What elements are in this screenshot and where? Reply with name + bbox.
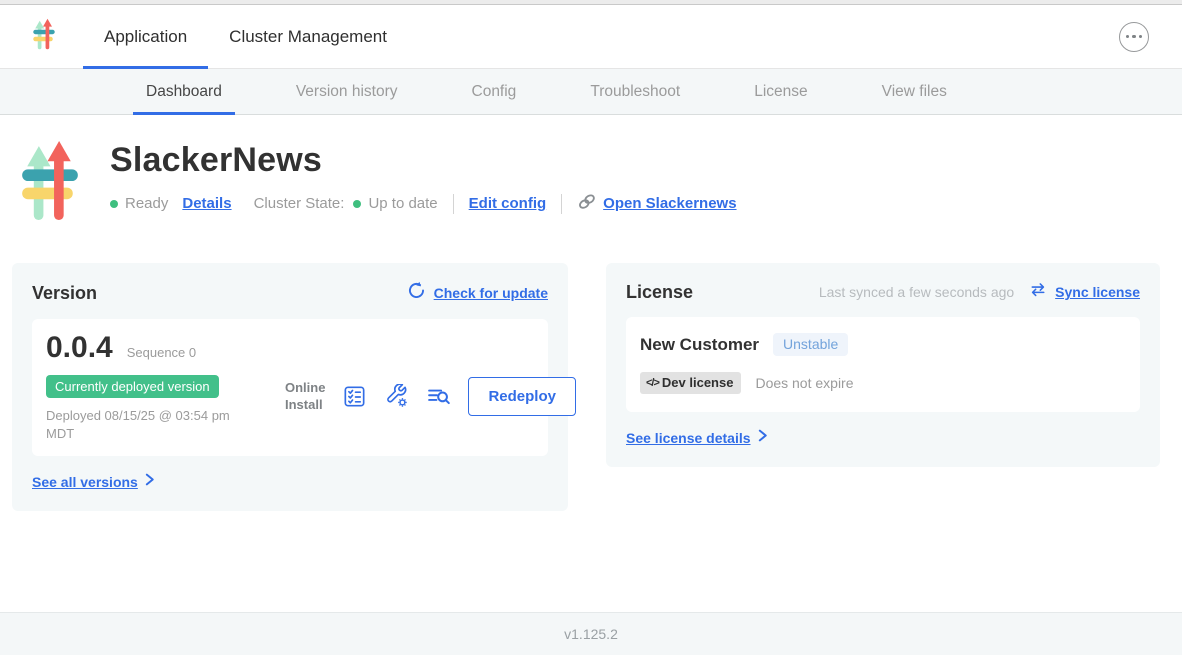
primary-tabs: Application Cluster Management xyxy=(83,5,408,68)
see-all-versions-label: See all versions xyxy=(32,474,138,490)
app-status-dot xyxy=(110,200,118,208)
chevron-right-icon xyxy=(756,429,769,447)
current-version-panel: 0.0.4 Sequence 0 Currently deployed vers… xyxy=(32,319,548,456)
chain-link-icon xyxy=(577,192,597,215)
subnav-troubleshoot-label: Troubleshoot xyxy=(590,83,680,101)
divider xyxy=(453,194,454,214)
ellipsis-icon xyxy=(1126,35,1130,39)
open-app-link-label: Open Slackernews xyxy=(603,195,736,212)
preflight-checks-icon[interactable] xyxy=(342,384,367,409)
ellipsis-icon xyxy=(1132,35,1136,39)
header-logo[interactable] xyxy=(33,5,55,68)
tab-application-label: Application xyxy=(104,27,187,47)
channel-badge: Unstable xyxy=(773,333,848,356)
sync-license-link[interactable]: Sync license xyxy=(1055,284,1140,300)
subnav-dashboard-label: Dashboard xyxy=(146,83,222,101)
chevron-right-icon xyxy=(143,473,156,491)
version-card: Version Check for update 0.0.4 Sequence … xyxy=(12,263,568,511)
deploy-logs-icon[interactable] xyxy=(426,384,451,409)
install-type-line1: Online xyxy=(285,380,325,396)
page-title: SlackerNews xyxy=(110,141,737,180)
subnav-item-license[interactable]: License xyxy=(741,69,820,114)
sync-arrows-icon xyxy=(1029,281,1047,303)
open-app-link[interactable]: Open Slackernews xyxy=(577,192,736,215)
subnav-view-files-label: View files xyxy=(882,83,947,101)
see-license-details-link[interactable]: See license details xyxy=(626,429,1140,447)
refresh-icon xyxy=(407,281,426,305)
console-version-text: v1.125.2 xyxy=(564,626,618,642)
divider xyxy=(561,194,562,214)
deployed-timestamp: Deployed 08/15/25 @ 03:54 pm MDT xyxy=(46,407,258,442)
version-number: 0.0.4 xyxy=(46,331,113,365)
edit-config-link[interactable]: Edit config xyxy=(469,195,547,212)
status-details-link[interactable]: Details xyxy=(182,195,231,212)
customer-name: New Customer xyxy=(640,335,759,355)
console-footer: v1.125.2 xyxy=(0,612,1182,655)
subnav-item-view-files[interactable]: View files xyxy=(869,69,960,114)
app-header: Application Cluster Management xyxy=(0,5,1182,69)
code-brackets-icon: </> xyxy=(646,377,659,389)
last-synced-text: Last synced a few seconds ago xyxy=(819,284,1014,300)
subnav-item-version-history[interactable]: Version history xyxy=(283,69,411,114)
overflow-menu-button[interactable] xyxy=(1119,22,1149,52)
license-details-panel: New Customer Unstable </> Dev license Do… xyxy=(626,317,1140,412)
subnav-config-label: Config xyxy=(472,83,517,101)
subnav-item-config[interactable]: Config xyxy=(459,69,530,114)
license-card: License Last synced a few seconds ago Sy… xyxy=(606,263,1160,467)
cluster-state-value: Up to date xyxy=(368,195,437,212)
tab-cluster-management-label: Cluster Management xyxy=(229,27,387,47)
subnav-item-troubleshoot[interactable]: Troubleshoot xyxy=(577,69,693,114)
tab-application[interactable]: Application xyxy=(83,5,208,68)
subnav-version-history-label: Version history xyxy=(296,83,398,101)
app-logo-icon xyxy=(22,139,78,227)
app-hero: SlackerNews Ready Details Cluster State:… xyxy=(0,115,1182,227)
version-card-title: Version xyxy=(32,283,97,304)
license-type-label: Dev license xyxy=(662,375,734,390)
subnav-item-dashboard[interactable]: Dashboard xyxy=(133,69,235,114)
install-type-line2: Install xyxy=(285,397,325,413)
see-license-details-label: See license details xyxy=(626,430,751,446)
slackernews-logo-icon xyxy=(33,18,55,55)
sequence-label: Sequence 0 xyxy=(127,345,196,360)
config-wrench-icon[interactable] xyxy=(384,384,409,409)
ellipsis-icon xyxy=(1139,35,1143,39)
redeploy-button[interactable]: Redeploy xyxy=(468,377,576,416)
cluster-state-label: Cluster State: xyxy=(254,195,345,212)
tab-cluster-management[interactable]: Cluster Management xyxy=(208,5,408,68)
dashboard-cards: Version Check for update 0.0.4 Sequence … xyxy=(0,227,1182,511)
license-type-badge: </> Dev license xyxy=(640,372,741,394)
check-for-update-link[interactable]: Check for update xyxy=(407,281,548,305)
install-type-label: Online Install xyxy=(285,380,325,413)
subnav-license-label: License xyxy=(754,83,807,101)
check-for-update-label: Check for update xyxy=(434,285,548,301)
app-status-row: Ready Details Cluster State: Up to date … xyxy=(110,192,737,215)
license-expiry-text: Does not expire xyxy=(755,375,853,391)
license-card-title: License xyxy=(626,282,693,303)
app-status-label: Ready xyxy=(125,195,168,212)
see-all-versions-link[interactable]: See all versions xyxy=(32,473,548,491)
app-subnav: Dashboard Version history Config Trouble… xyxy=(0,69,1182,115)
deployed-status-badge: Currently deployed version xyxy=(46,375,219,398)
cluster-state-dot xyxy=(353,200,361,208)
